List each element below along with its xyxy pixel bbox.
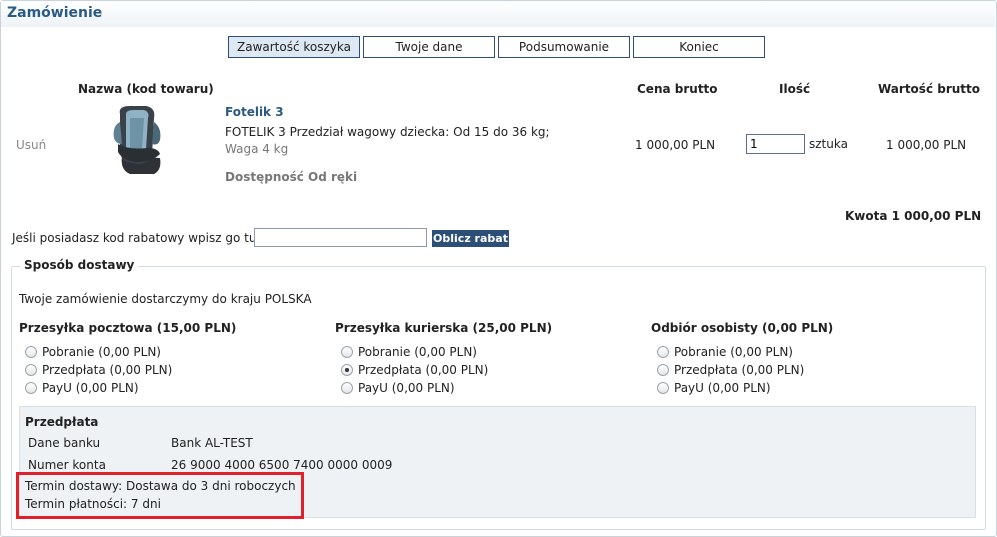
radio-post-payu[interactable]: PayU (0,00 PLN) [25,381,139,395]
step-summary[interactable]: Podsumowanie [498,36,630,58]
product-weight: Waga 4 kg [225,142,289,156]
col-header-price: Cena brutto [637,82,718,96]
shipping-group-post-title: Przesyłka pocztowa (15,00 PLN) [19,321,237,335]
radio-post-cod[interactable]: Pobranie (0,00 PLN) [25,345,161,359]
product-price: 1 000,00 PLN [635,138,716,152]
quantity-input[interactable] [746,134,805,154]
radio-icon[interactable] [25,346,37,358]
radio-icon[interactable] [341,382,353,394]
step-your-data[interactable]: Twoje dane [363,36,495,58]
product-image [113,106,161,174]
remove-link[interactable]: Usuń [16,138,46,152]
radio-icon[interactable] [657,382,669,394]
col-header-name: Nazwa (kod towaru) [78,82,214,96]
radio-icon[interactable] [25,364,37,376]
step-end[interactable]: Koniec [633,36,765,58]
radio-icon[interactable] [657,346,669,358]
payment-info-title: Przedpłata [25,415,99,429]
radio-pickup-cod[interactable]: Pobranie (0,00 PLN) [657,345,793,359]
radio-icon[interactable] [657,364,669,376]
panel-header: Zamówienie [1,1,995,27]
product-description: FOTELIK 3 Przedział wagowy dziecka: Od 1… [225,125,550,139]
radio-courier-cod[interactable]: Pobranie (0,00 PLN) [341,345,477,359]
product-name-link[interactable]: Fotelik 3 [225,105,284,119]
radio-post-prepayment[interactable]: Przedpłata (0,00 PLN) [25,363,172,377]
radio-courier-payu[interactable]: PayU (0,00 PLN) [341,381,455,395]
shipping-group-pickup-title: Odbiór osobisty (0,00 PLN) [651,321,834,335]
shipping-group-courier-title: Przesyłka kurierska (25,00 PLN) [335,321,553,335]
calculate-discount-button[interactable]: Oblicz rabat [432,230,509,247]
radio-courier-prepayment[interactable]: Przedpłata (0,00 PLN) [341,363,488,377]
col-header-value: Wartość brutto [878,82,981,96]
delivery-legend: Sposób dostawy [20,258,139,272]
col-header-qty: Ilość [779,82,811,96]
bank-value: Bank AL-TEST [171,436,253,450]
bank-label: Dane banku [28,436,101,450]
radio-icon[interactable] [25,382,37,394]
radio-pickup-payu[interactable]: PayU (0,00 PLN) [657,381,771,395]
discount-label: Jeśli posiadasz kod rabatowy wpisz go tu… [12,231,272,245]
product-availability: Dostępność Od ręki [225,170,358,184]
order-total: Kwota 1 000,00 PLN [845,209,982,223]
quantity-unit: sztuka [809,137,848,151]
step-cart-contents[interactable]: Zawartość koszyka [228,36,360,58]
delivery-country-text: Twoje zamówienie dostarczymy do kraju PO… [19,292,312,306]
account-label: Numer konta [28,458,106,472]
account-value: 26 9000 4000 6500 7400 0000 0009 [171,458,393,472]
page-title: Zamówienie [7,5,103,21]
radio-pickup-prepayment[interactable]: Przedpłata (0,00 PLN) [657,363,804,377]
radio-checked-icon[interactable] [341,364,353,376]
product-total-value: 1 000,00 PLN [886,138,967,152]
discount-code-input[interactable] [254,228,427,247]
highlight-annotation-box [16,472,304,519]
radio-icon[interactable] [341,346,353,358]
